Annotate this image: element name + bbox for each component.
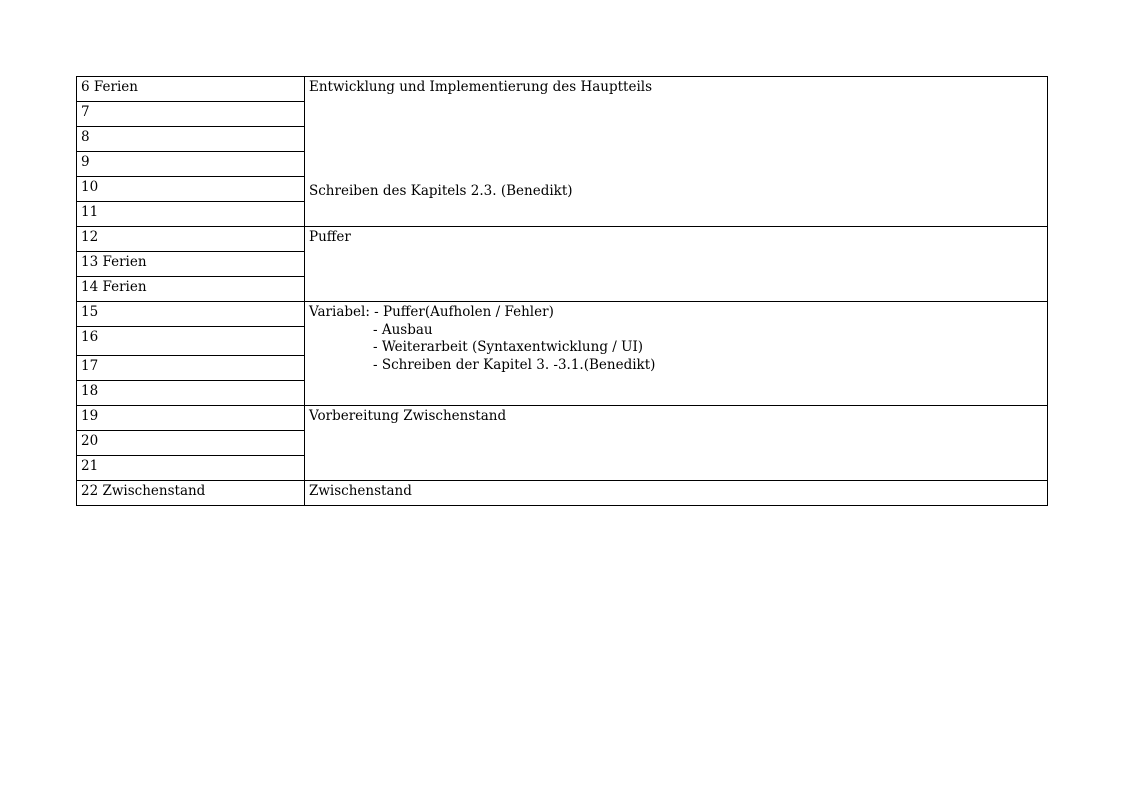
- table-row: 6 Ferien Entwicklung und Implementierung…: [76, 76, 1048, 227]
- task-block-development: Entwicklung und Implementierung des Haup…: [304, 76, 1048, 227]
- week-cell: 7: [76, 101, 305, 127]
- week-cell: 6 Ferien: [76, 76, 305, 102]
- week-cell: 18: [76, 380, 305, 406]
- task-title: Vorbereitung Zwischenstand: [309, 408, 507, 424]
- week-cell: 16: [76, 326, 305, 356]
- week-cell: 9: [76, 151, 305, 177]
- week-cell: 12: [76, 226, 305, 252]
- week-cell: 15: [76, 301, 305, 327]
- week-cell: 20: [76, 430, 305, 456]
- task-title: Zwischenstand: [309, 483, 412, 499]
- week-cell: 13 Ferien: [76, 251, 305, 277]
- task-block-milestone: Zwischenstand: [304, 480, 1048, 506]
- week-cell: 11: [76, 201, 305, 227]
- table-row: 22 Zwischenstand Zwischenstand: [76, 480, 1048, 506]
- task-title: Puffer: [309, 229, 351, 245]
- week-cell: 22 Zwischenstand: [76, 480, 305, 506]
- task-block-buffer: Puffer: [304, 226, 1048, 302]
- table-row: 19 Vorbereitung Zwischenstand: [76, 405, 1048, 481]
- task-block-variable: Variabel: - Puffer(Aufholen / Fehler) - …: [304, 301, 1048, 406]
- table-row: 15 Variabel: - Puffer(Aufholen / Fehler)…: [76, 301, 1048, 406]
- week-cell: 19: [76, 405, 305, 431]
- schedule-table: 6 Ferien Entwicklung und Implementierung…: [76, 76, 1048, 506]
- task-line: - Ausbau: [373, 321, 433, 338]
- week-cell: 17: [76, 355, 305, 381]
- task-line: Variabel: - Puffer(Aufholen / Fehler): [309, 304, 554, 320]
- task-line: - Weiterarbeit (Syntaxentwicklung / UI): [373, 339, 644, 355]
- week-cell: 21: [76, 455, 305, 481]
- task-note: Schreiben des Kapitels 2.3. (Benedikt): [309, 183, 573, 199]
- document-page: 6 Ferien Entwicklung und Implementierung…: [0, 0, 1122, 793]
- task-line: - Schreiben der Kapitel 3. -3.1.(Benedik…: [373, 356, 656, 373]
- task-title: Entwicklung und Implementierung des Haup…: [309, 79, 653, 95]
- week-cell: 8: [76, 126, 305, 152]
- task-block-preparation: Vorbereitung Zwischenstand: [304, 405, 1048, 481]
- week-cell: 10: [76, 176, 305, 202]
- table-row: 12 Puffer: [76, 226, 1048, 302]
- week-cell: 14 Ferien: [76, 276, 305, 302]
